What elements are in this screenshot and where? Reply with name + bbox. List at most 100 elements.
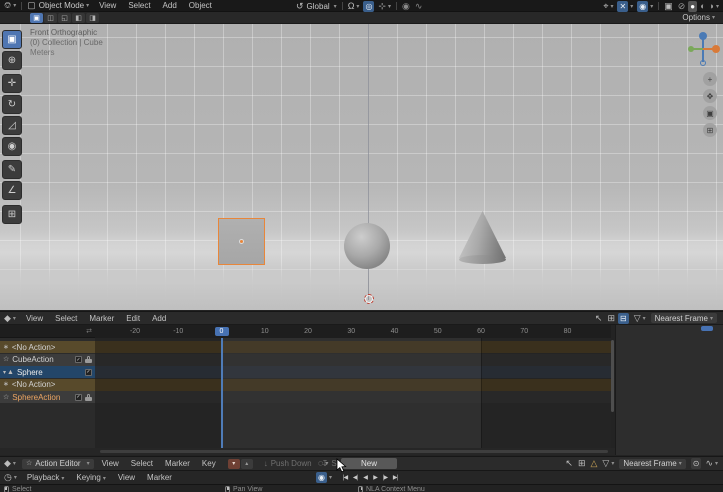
timeline-menu-marker[interactable]: Marker — [147, 473, 172, 482]
shading-solid-icon[interactable]: ● — [688, 1, 697, 12]
tool-rotate[interactable]: ↻ — [2, 95, 22, 114]
new-action-button[interactable]: New — [341, 458, 397, 469]
snap-mode-dropdown[interactable]: Nearest Frame ▾ — [651, 313, 717, 323]
tool-cursor[interactable]: ⊕ — [2, 51, 22, 70]
gizmo-y-axis[interactable] — [688, 46, 694, 52]
action-menu-view[interactable]: View — [102, 459, 119, 468]
timeline-menu-keying[interactable]: Keying▾ — [76, 473, 105, 482]
select-mode-subtract[interactable]: ◱ — [58, 13, 71, 23]
dopesheet-menu-view[interactable]: View — [26, 314, 43, 323]
snap-toggle[interactable]: ◎ — [363, 1, 374, 12]
dopesheet-menu-select[interactable]: Select — [55, 314, 77, 323]
pan-button[interactable]: ✥ — [703, 89, 717, 103]
options-dropdown[interactable]: Options ▾ — [682, 13, 715, 22]
dopesheet-menu-edit[interactable]: Edit — [126, 314, 140, 323]
viewport-3d[interactable]: Front Orthographic (0) Collection | Cube… — [0, 24, 723, 310]
fcurve-icon[interactable]: ∿ — [705, 459, 713, 468]
xray-toggle-icon[interactable]: ◉ — [637, 1, 648, 12]
tool-annotate[interactable]: ✎ — [2, 160, 22, 179]
filter-funnel-icon[interactable]: ▽ — [634, 314, 641, 323]
gizmo-z-neg-axis[interactable] — [700, 60, 706, 66]
timeline-menu-view[interactable]: View — [118, 473, 135, 482]
camera-view-button[interactable]: ▣ — [703, 106, 717, 120]
auto-keying-button[interactable]: ◉ — [316, 472, 327, 483]
keyframe-track-area[interactable] — [95, 338, 611, 448]
mode-dropdown[interactable]: ▢ Object Mode ▾ — [27, 1, 89, 10]
channel-noaction[interactable]: ∗<No Action> — [0, 379, 95, 391]
lock-icon[interactable] — [85, 356, 92, 363]
tool-scale[interactable]: ◿ — [2, 116, 22, 135]
gizmo-z-axis[interactable] — [699, 32, 707, 40]
channel-object[interactable]: ▾▲Sphere✓ — [0, 366, 95, 378]
dopesheet-menu-add[interactable]: Add — [152, 314, 166, 323]
channel-action[interactable]: ☆CubeAction✓ — [0, 354, 95, 366]
horizontal-scrollbar[interactable] — [100, 450, 608, 453]
cone-object[interactable] — [459, 211, 506, 264]
editor-type-icon[interactable]: ◆ — [4, 314, 11, 323]
shading-wireframe-icon[interactable]: ⊘ — [678, 2, 686, 11]
vertical-scrollbar[interactable] — [611, 340, 614, 412]
play-reverse-button[interactable]: ◀ — [360, 473, 370, 483]
timeline-ruler[interactable]: -20-1001020304050607080 — [95, 325, 611, 339]
proportional-falloff-icon[interactable]: ∿ — [415, 2, 423, 11]
prev-keyframe-button[interactable]: ◀| — [350, 473, 360, 483]
sphere-object[interactable] — [344, 223, 390, 269]
gizmo-toggle-icon[interactable]: ⌖ — [603, 2, 608, 11]
browse-action-down-button[interactable]: ▾ — [228, 459, 240, 469]
current-frame-indicator[interactable]: 0 — [215, 327, 229, 336]
filter-funnel-icon[interactable]: ▽ — [602, 459, 609, 468]
topbar-menu-select[interactable]: Select — [128, 1, 150, 10]
shading-rendered-icon[interactable]: ◑ — [709, 2, 714, 11]
sync-toggle-icon[interactable]: ⊟ — [618, 313, 629, 324]
gizmo-x-axis[interactable] — [712, 45, 720, 53]
action-menu-key[interactable]: Key — [202, 459, 216, 468]
select-mode-intersect[interactable]: ◨ — [86, 13, 99, 23]
pivot-icon[interactable]: ⊙ — [691, 458, 702, 469]
tool-measure[interactable]: ∠ — [2, 181, 22, 200]
cube-object[interactable] — [218, 218, 265, 265]
magnet-icon[interactable]: Ω — [348, 2, 355, 11]
jump-to-end-button[interactable]: ▶| — [390, 473, 400, 483]
channel-enable-checkbox[interactable]: ✓ — [75, 356, 82, 363]
frame-view-icon[interactable]: ⊞ — [578, 459, 586, 468]
clock-icon[interactable]: ◷ — [4, 473, 12, 482]
editor-type-icon[interactable]: ◆ — [4, 459, 11, 468]
unlink-action-up-button[interactable]: ▴ — [241, 459, 253, 469]
cursor-tool-icon[interactable]: ↖ — [565, 459, 573, 468]
action-menu-marker[interactable]: Marker — [165, 459, 190, 468]
channel-enable-checkbox[interactable]: ✓ — [75, 394, 82, 401]
channel-action[interactable]: ☆SphereAction✓ — [0, 391, 95, 403]
select-mode-invert[interactable]: ◧ — [72, 13, 85, 23]
orientation-label[interactable]: Global — [307, 2, 330, 11]
overlays-toggle-icon[interactable]: ✕ — [617, 1, 628, 12]
shading-material-icon[interactable]: ◐ — [700, 2, 705, 11]
proportional-edit-icon[interactable]: ◉ — [402, 2, 410, 11]
push-down-button[interactable]: ↓Push Down — [264, 459, 312, 468]
play-forward-button[interactable]: ▶ — [370, 473, 380, 483]
xray-icon[interactable]: ▣ — [664, 2, 673, 11]
topbar-menu-add[interactable]: Add — [163, 1, 177, 10]
tool-transform[interactable]: ◉ — [2, 137, 22, 156]
playhead[interactable] — [221, 338, 223, 448]
snap-mode-dropdown[interactable]: Nearest Frame ▾ — [619, 459, 685, 469]
frame-view-icon[interactable]: ⊞ — [607, 314, 615, 323]
tool-add-cube[interactable]: ⊞ — [2, 205, 22, 224]
dopesheet-menu-marker[interactable]: Marker — [89, 314, 114, 323]
topbar-menu-object[interactable]: Object — [189, 1, 212, 10]
tool-select-box[interactable]: ▣ — [2, 30, 22, 49]
ortho-toggle-button[interactable]: ⊞ — [703, 123, 717, 137]
action-menu-select[interactable]: Select — [131, 459, 153, 468]
jump-to-start-button[interactable]: |◀ — [340, 473, 350, 483]
topbar-menu-view[interactable]: View — [99, 1, 116, 10]
blender-menu-icon[interactable]: ⎊ — [4, 1, 11, 10]
next-keyframe-button[interactable]: |▶ — [380, 473, 390, 483]
expand-caret[interactable]: ▾ — [3, 369, 6, 376]
snap-target-icon[interactable]: ⊹ — [378, 2, 386, 11]
channel-enable-checkbox[interactable]: ✓ — [85, 369, 92, 376]
select-mode-extend[interactable]: ◫ — [44, 13, 57, 23]
tool-move[interactable]: ✛ — [2, 74, 22, 93]
channel-noaction[interactable]: ∗<No Action> — [0, 341, 95, 353]
cursor-tool-icon[interactable]: ↖ — [595, 314, 603, 323]
ghost-frames-dropdown[interactable]: ◌▾ — [318, 459, 328, 468]
editor-mode-dropdown[interactable]: ☆ Action Editor ▾ — [22, 459, 94, 469]
